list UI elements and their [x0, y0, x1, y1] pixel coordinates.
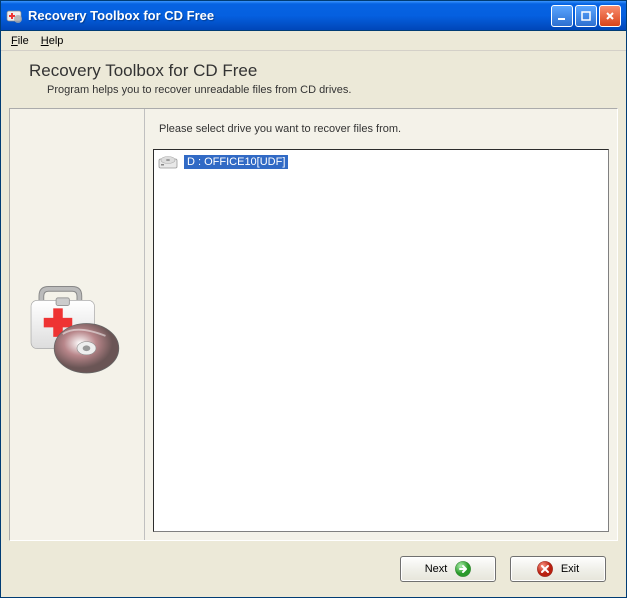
sidebar: [10, 109, 145, 540]
main-panel: Please select drive you want to recover …: [145, 109, 617, 540]
next-label: Next: [425, 563, 448, 575]
header: Recovery Toolbox for CD Free Program hel…: [1, 51, 626, 108]
arrow-right-icon: [455, 561, 471, 577]
close-button[interactable]: [599, 5, 621, 27]
instruction-text: Please select drive you want to recover …: [145, 109, 617, 149]
window-title: Recovery Toolbox for CD Free: [28, 8, 551, 23]
page-title: Recovery Toolbox for CD Free: [29, 61, 606, 81]
app-window: Recovery Toolbox for CD Free File Help R…: [0, 0, 627, 598]
drive-label: D : OFFICE10[UDF]: [184, 155, 288, 169]
drive-list[interactable]: D : OFFICE10[UDF]: [153, 149, 609, 532]
exit-label: Exit: [561, 563, 579, 575]
content-area: Please select drive you want to recover …: [9, 108, 618, 541]
minimize-button[interactable]: [551, 5, 573, 27]
page-subtitle: Program helps you to recover unreadable …: [47, 84, 606, 96]
cd-drive-icon: [158, 154, 178, 170]
menu-help[interactable]: Help: [35, 33, 70, 49]
titlebar[interactable]: Recovery Toolbox for CD Free: [1, 1, 626, 31]
next-button[interactable]: Next: [400, 556, 496, 582]
close-circle-icon: [537, 561, 553, 577]
footer: Next Exit: [1, 541, 626, 597]
window-controls: [551, 5, 621, 27]
menubar: File Help: [1, 31, 626, 51]
drive-item[interactable]: D : OFFICE10[UDF]: [156, 152, 606, 172]
menu-file[interactable]: File: [5, 33, 35, 49]
maximize-button[interactable]: [575, 5, 597, 27]
exit-button[interactable]: Exit: [510, 556, 606, 582]
toolbox-cd-icon: [20, 267, 134, 382]
app-icon: [6, 8, 22, 24]
